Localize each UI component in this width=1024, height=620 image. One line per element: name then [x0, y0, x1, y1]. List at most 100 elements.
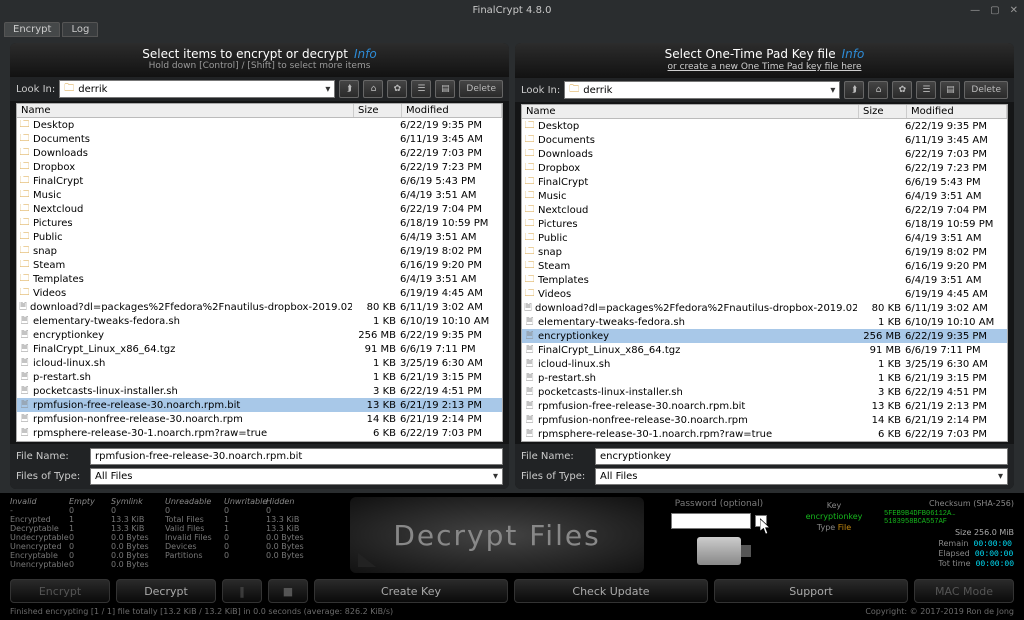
password-block: Password (optional)	[654, 497, 784, 573]
file-row[interactable]: 🗎rpmfusion-nonfree-release-30.noarch.rpm…	[522, 413, 1007, 427]
mac-mode-button[interactable]: MAC Mode	[914, 579, 1014, 603]
decrypt-button[interactable]: Decrypt	[116, 579, 216, 603]
file-row[interactable]: 🗀Pictures6/18/19 10:59 PM	[522, 217, 1007, 231]
list-view-button[interactable]: ☰	[916, 81, 936, 99]
file-row[interactable]: 🗀Templates6/4/19 3:51 AM	[522, 273, 1007, 287]
file-icon: 🗎	[19, 400, 30, 411]
filetype-combo-left[interactable]: All Files▾	[90, 468, 503, 485]
file-row[interactable]: 🗎icloud-linux.sh1 KB3/25/19 6:30 AM	[522, 357, 1007, 371]
show-password-checkbox[interactable]	[755, 515, 767, 527]
folder-icon: 🗀	[524, 177, 535, 188]
file-row[interactable]: 🗀FinalCrypt6/6/19 5:43 PM	[522, 175, 1007, 189]
filelist-left[interactable]: NameSizeModified 🗀Desktop6/22/19 9:35 PM…	[16, 103, 503, 442]
file-row[interactable]: 🗎encryptionkey256 MB6/22/19 9:35 PM	[522, 329, 1007, 343]
file-row[interactable]: 🗎download?dl=packages%2Ffedora%2Fnautilu…	[17, 300, 502, 314]
col-size[interactable]: Size	[354, 104, 402, 117]
create-key-button[interactable]: Create Key	[314, 579, 508, 603]
stop-button[interactable]: ■	[268, 579, 308, 603]
file-row[interactable]: 🗎pocketcasts-linux-installer.sh3 KB6/22/…	[522, 385, 1007, 399]
list-view-button[interactable]: ☰	[411, 80, 431, 98]
check-update-button[interactable]: Check Update	[514, 579, 708, 603]
file-row[interactable]: 🗎p-restart.sh1 KB6/21/19 3:15 PM	[522, 371, 1007, 385]
file-row[interactable]: 🗀Public6/4/19 3:51 AM	[522, 231, 1007, 245]
col-modified[interactable]: Modified	[907, 105, 1007, 118]
file-row[interactable]: 🗀Documents6/11/19 3:45 AM	[17, 132, 502, 146]
file-row[interactable]: 🗀Dropbox6/22/19 7:23 PM	[522, 161, 1007, 175]
newfolder-button[interactable]: ✿	[387, 80, 407, 98]
file-row[interactable]: 🗀snap6/19/19 8:02 PM	[17, 244, 502, 258]
pause-button[interactable]: ‖	[222, 579, 262, 603]
password-input[interactable]	[671, 513, 751, 529]
file-row[interactable]: 🗀snap6/19/19 8:02 PM	[522, 245, 1007, 259]
file-row[interactable]: 🗎rpmfusion-nonfree-release-30.noarch.rpm…	[17, 412, 502, 426]
file-row[interactable]: 🗀FinalCrypt6/6/19 5:43 PM	[17, 174, 502, 188]
delete-button-right[interactable]: Delete	[964, 81, 1008, 99]
file-row[interactable]: 🗀Steam6/16/19 9:20 PM	[522, 259, 1007, 273]
decrypt-files-button[interactable]: Decrypt Files	[350, 497, 644, 573]
file-row[interactable]: 🗀Nextcloud6/22/19 7:04 PM	[17, 202, 502, 216]
file-row[interactable]: 🗀Videos6/19/19 4:45 AM	[522, 287, 1007, 301]
filelist-right[interactable]: NameSizeModified 🗀Desktop6/22/19 9:35 PM…	[521, 104, 1008, 442]
up-button[interactable]: ⮭	[339, 80, 359, 98]
lookin-combo-left[interactable]: 🗀derrik▾	[59, 80, 335, 98]
chevron-down-icon: ▾	[493, 471, 498, 482]
filename-label-right: File Name:	[521, 451, 591, 462]
file-row[interactable]: 🗀Documents6/11/19 3:45 AM	[522, 133, 1007, 147]
file-row[interactable]: 🗀Nextcloud6/22/19 7:04 PM	[522, 203, 1007, 217]
col-size[interactable]: Size	[859, 105, 907, 118]
file-row[interactable]: 🗎rpmfusion-free-release-30.noarch.rpm.bi…	[17, 398, 502, 412]
file-row[interactable]: 🗎encryptionkey256 MB6/22/19 9:35 PM	[17, 328, 502, 342]
file-row[interactable]: 🗀Music6/4/19 3:51 AM	[17, 188, 502, 202]
support-button[interactable]: Support	[714, 579, 908, 603]
detail-view-button[interactable]: ▤	[940, 81, 960, 99]
create-key-link[interactable]: or create a new One Time Pad key file he…	[668, 62, 862, 72]
tab-log[interactable]: Log	[62, 22, 98, 37]
right-header-title: Select One-Time Pad Key file	[665, 47, 836, 61]
lookin-combo-right[interactable]: 🗀derrik▾	[564, 81, 840, 99]
file-row[interactable]: 🗎FinalCrypt_Linux_x86_64.tgz91 MB6/6/19 …	[522, 343, 1007, 357]
file-row[interactable]: 🗀Music6/4/19 3:51 AM	[522, 189, 1007, 203]
file-row[interactable]: 🗀Public6/4/19 3:51 AM	[17, 230, 502, 244]
file-row[interactable]: 🗀Pictures6/18/19 10:59 PM	[17, 216, 502, 230]
file-row[interactable]: 🗎elementary-tweaks-fedora.sh1 KB6/10/19 …	[522, 315, 1007, 329]
filename-input-left[interactable]: rpmfusion-free-release-30.noarch.rpm.bit	[90, 448, 503, 465]
file-row[interactable]: 🗀Desktop6/22/19 9:35 PM	[17, 118, 502, 132]
file-row[interactable]: 🗎icloud-linux.sh1 KB3/25/19 6:30 AM	[17, 356, 502, 370]
encrypt-button[interactable]: Encrypt	[10, 579, 110, 603]
file-row[interactable]: 🗎FinalCrypt_Linux_x86_64.tgz91 MB6/6/19 …	[17, 342, 502, 356]
delete-button-left[interactable]: Delete	[459, 80, 503, 98]
filename-input-right[interactable]: encryptionkey	[595, 448, 1008, 465]
file-row[interactable]: 🗀Downloads6/22/19 7:03 PM	[522, 147, 1007, 161]
tab-encrypt[interactable]: Encrypt	[4, 22, 60, 37]
filetype-combo-right[interactable]: All Files▾	[595, 468, 1008, 485]
file-row[interactable]: 🗎rpmsphere-release-30-1.noarch.rpm?raw=t…	[17, 426, 502, 440]
file-row[interactable]: 🗀Templates6/4/19 3:51 AM	[17, 272, 502, 286]
detail-view-button[interactable]: ▤	[435, 80, 455, 98]
file-row[interactable]: 🗀Dropbox6/22/19 7:23 PM	[17, 160, 502, 174]
home-button[interactable]: ⌂	[363, 80, 383, 98]
col-name[interactable]: Name	[17, 104, 354, 117]
file-row[interactable]: 🗀Steam6/16/19 9:20 PM	[17, 258, 502, 272]
file-row[interactable]: 🗀Videos6/19/19 4:45 AM	[17, 286, 502, 300]
col-modified[interactable]: Modified	[402, 104, 502, 117]
up-button[interactable]: ⮭	[844, 81, 864, 99]
folder-icon: 🗀	[19, 260, 30, 271]
file-row[interactable]: 🗎p-restart.sh1 KB6/21/19 3:15 PM	[17, 370, 502, 384]
file-row[interactable]: 🗎rpmsphere-release-30-1.noarch.rpm?raw=t…	[522, 427, 1007, 441]
maximize-icon[interactable]: ▢	[990, 5, 999, 16]
minimize-icon[interactable]: —	[970, 5, 980, 16]
info-link-left[interactable]: Info	[354, 47, 377, 61]
info-link-right[interactable]: Info	[842, 47, 865, 61]
home-button[interactable]: ⌂	[868, 81, 888, 99]
file-row[interactable]: 🗎elementary-tweaks-fedora.sh1 KB6/10/19 …	[17, 314, 502, 328]
file-icon: 🗎	[524, 317, 535, 328]
file-row[interactable]: 🗀Downloads6/22/19 7:03 PM	[17, 146, 502, 160]
close-icon[interactable]: ✕	[1010, 5, 1018, 16]
file-row[interactable]: 🗎pocketcasts-linux-installer.sh3 KB6/22/…	[17, 384, 502, 398]
col-name[interactable]: Name	[522, 105, 859, 118]
file-row[interactable]: 🗎download?dl=packages%2Ffedora%2Fnautilu…	[522, 301, 1007, 315]
file-row[interactable]: 🗀Desktop6/22/19 9:35 PM	[522, 119, 1007, 133]
file-row[interactable]: 🗎rpmfusion-free-release-30.noarch.rpm.bi…	[522, 399, 1007, 413]
toolbar-left: Look In: 🗀derrik▾ ⮭ ⌂ ✿ ☰ ▤ Delete	[10, 77, 509, 101]
newfolder-button[interactable]: ✿	[892, 81, 912, 99]
